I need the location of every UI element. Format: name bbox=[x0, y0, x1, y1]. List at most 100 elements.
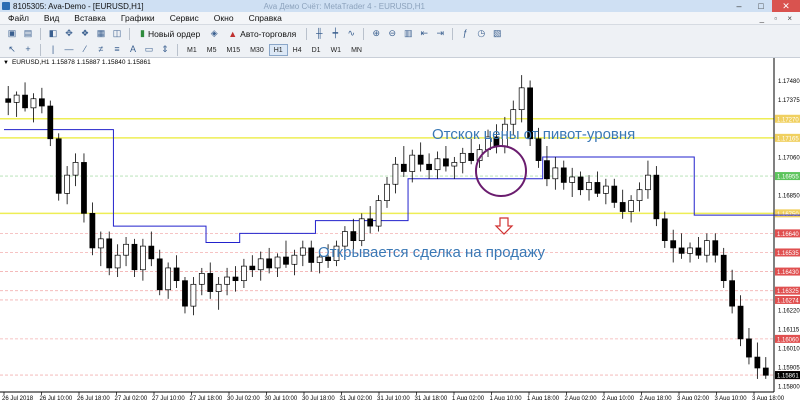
tester-icon[interactable]: ◫ bbox=[110, 27, 124, 40]
bear-candle bbox=[737, 305, 744, 340]
autoscroll-icon[interactable]: ⇥ bbox=[433, 27, 447, 40]
bear-candle bbox=[266, 258, 273, 269]
bull-candle bbox=[241, 265, 247, 282]
time-tick-label: 31 Jul 02:00 bbox=[340, 396, 373, 400]
bear-candle bbox=[712, 240, 719, 256]
menu-charts[interactable]: Графики bbox=[113, 13, 162, 23]
timeframe-m5[interactable]: M5 bbox=[202, 44, 222, 56]
price-chart[interactable]: 1.17480 1.17375 1.17165 1.17060 1.16955 1.168… bbox=[0, 58, 800, 400]
window-controls: – □ ✕ bbox=[728, 0, 800, 12]
price-tick-label: 1.15800 bbox=[778, 385, 800, 391]
bear-candle bbox=[417, 154, 424, 165]
timeframe-m1[interactable]: M1 bbox=[182, 44, 202, 56]
price-tick-label: 1.16850 bbox=[778, 194, 800, 200]
bull-candle bbox=[409, 154, 416, 172]
bar-chart-icon[interactable]: ╫ bbox=[312, 27, 326, 40]
new-chart-icon[interactable]: ▣ bbox=[5, 27, 19, 40]
autotrading-button[interactable]: ▲ Авто-торговля bbox=[224, 27, 300, 41]
bear-candle bbox=[308, 247, 315, 263]
menu-bar: Файл Вид Вставка Графики Сервис Окно Спр… bbox=[0, 12, 800, 25]
minimize-button[interactable]: – bbox=[728, 0, 750, 12]
maximize-button[interactable]: □ bbox=[750, 0, 772, 12]
bull-candle bbox=[140, 245, 146, 271]
menu-insert[interactable]: Вставка bbox=[66, 13, 113, 23]
dropdown-arrow-icon: ▼ bbox=[3, 59, 9, 66]
navigator-icon[interactable]: ✥ bbox=[62, 27, 76, 40]
time-tick-label: 26 Jul 2018 bbox=[2, 396, 34, 400]
candlestick-icon[interactable]: ┿ bbox=[328, 27, 342, 40]
text-icon[interactable]: A bbox=[126, 43, 140, 56]
new-order-button[interactable]: ▮ Новый ордер bbox=[136, 27, 204, 41]
close-button[interactable]: ✕ bbox=[772, 0, 800, 12]
metaeditor-icon[interactable]: ◈ bbox=[207, 27, 221, 40]
cursor-icon[interactable]: ↖ bbox=[5, 43, 19, 56]
time-tick-label: 3 Aug 18:00 bbox=[752, 396, 785, 400]
tile-windows-icon[interactable]: ▥ bbox=[401, 27, 415, 40]
mdi-controls[interactable]: _ ▫ × bbox=[760, 14, 796, 23]
bear-candle bbox=[400, 163, 407, 172]
chart-symbol: EURUSD,H1 bbox=[11, 59, 50, 66]
time-tick-label: 26 Jul 10:00 bbox=[40, 396, 73, 400]
chart-window[interactable]: 1.17480 1.17375 1.17165 1.17060 1.16955 1.168… bbox=[0, 58, 800, 400]
bull-candle bbox=[628, 200, 634, 212]
market-watch-icon[interactable]: ◧ bbox=[46, 27, 60, 40]
profiles-icon[interactable]: ▤ bbox=[21, 27, 35, 40]
autotrading-icon: ▲ bbox=[228, 28, 238, 39]
zoom-in-icon[interactable]: ⊕ bbox=[369, 27, 383, 40]
bear-candle bbox=[350, 231, 357, 241]
price-level-tag-label: 1.16274 bbox=[777, 298, 799, 304]
timeframe-d1[interactable]: D1 bbox=[307, 44, 326, 56]
menu-service[interactable]: Сервис bbox=[162, 13, 206, 23]
vertical-line-icon[interactable]: | bbox=[46, 43, 60, 56]
fibonacci-icon[interactable]: ≡ bbox=[110, 43, 124, 56]
arrows-icon[interactable]: ⇕ bbox=[158, 43, 172, 56]
periodicity-icon[interactable]: ◷ bbox=[474, 27, 488, 40]
timeframe-m15[interactable]: M15 bbox=[221, 44, 245, 56]
bull-candle bbox=[291, 254, 298, 265]
crosshair-icon[interactable]: + bbox=[21, 43, 35, 56]
horizontal-line-icon[interactable]: — bbox=[62, 43, 76, 56]
data-window-icon[interactable]: ❖ bbox=[78, 27, 92, 40]
app-icon bbox=[2, 2, 10, 10]
trendline-icon[interactable]: ⁄ bbox=[78, 43, 92, 56]
bull-candle bbox=[586, 182, 592, 191]
menu-window[interactable]: Окно bbox=[206, 13, 241, 23]
line-chart-icon[interactable]: ∿ bbox=[344, 27, 358, 40]
indicators-icon[interactable]: ƒ bbox=[458, 27, 472, 40]
timeframe-m30[interactable]: M30 bbox=[245, 44, 269, 56]
terminal-icon[interactable]: ▦ bbox=[94, 27, 108, 40]
time-tick-label: 30 Jul 10:00 bbox=[265, 396, 298, 400]
bear-candle bbox=[619, 202, 626, 212]
timeframe-mn[interactable]: MN bbox=[346, 44, 367, 56]
price-tick-label: 1.17375 bbox=[778, 98, 800, 104]
bear-candle bbox=[81, 162, 87, 214]
annotation-bounce: Отскок цены от пивот-уровня bbox=[432, 126, 635, 143]
channel-icon[interactable]: ≠ bbox=[94, 43, 108, 56]
bear-candle bbox=[468, 152, 475, 161]
bear-candle bbox=[55, 138, 62, 194]
timeframe-h1[interactable]: H1 bbox=[268, 43, 288, 56]
menu-help[interactable]: Справка bbox=[241, 13, 289, 23]
time-tick-label: 1 Aug 02:00 bbox=[452, 396, 485, 400]
time-tick-label: 2 Aug 02:00 bbox=[565, 396, 598, 400]
menu-view[interactable]: Вид bbox=[36, 13, 66, 23]
bull-candle bbox=[552, 167, 559, 180]
menu-file[interactable]: Файл bbox=[0, 13, 36, 23]
timeframe-h4[interactable]: H4 bbox=[288, 44, 307, 56]
standard-toolbar: ▣ ▤ ◧ ✥ ❖ ▦ ◫ ▮ Новый ордер ◈ ▲ Авто-торго… bbox=[0, 25, 800, 42]
new-order-label: Новый ордер bbox=[147, 28, 201, 39]
bull-candle bbox=[215, 283, 222, 292]
new-order-icon: ▮ bbox=[140, 28, 145, 38]
templates-icon[interactable]: ▧ bbox=[490, 27, 504, 40]
timeframe-bar: M1 M5 M15 M30 H1 H4 D1 W1 MN bbox=[182, 43, 367, 56]
bear-candle bbox=[720, 254, 727, 282]
chart-shift-icon[interactable]: ⇤ bbox=[417, 27, 431, 40]
bear-candle bbox=[47, 105, 54, 140]
bull-candle bbox=[198, 273, 205, 285]
zoom-out-icon[interactable]: ⊖ bbox=[385, 27, 399, 40]
bull-candle bbox=[375, 200, 382, 227]
label-icon[interactable]: ▭ bbox=[142, 43, 156, 56]
time-tick-label: 31 Jul 18:00 bbox=[415, 396, 448, 400]
timeframe-w1[interactable]: W1 bbox=[326, 44, 347, 56]
bull-candle bbox=[30, 98, 37, 109]
